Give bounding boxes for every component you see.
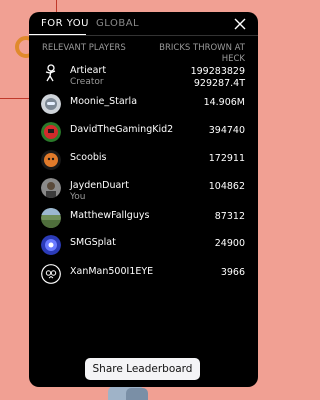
owl-emblem-icon [41, 264, 61, 284]
player-score: 394740 [208, 125, 245, 136]
tab-for-you[interactable]: FOR YOU [41, 18, 89, 29]
red-character-avatar-icon [41, 122, 61, 142]
leaderboard-row[interactable]: Moonie_Starla 14.906M [29, 90, 258, 120]
player-score: 172911 [208, 153, 245, 164]
robot-avatar-icon [41, 94, 61, 114]
players-column-header: RELEVANT PLAYERS [42, 43, 126, 53]
background-character-detail [126, 388, 148, 400]
share-leaderboard-button[interactable]: Share Leaderboard [85, 358, 200, 380]
landscape-avatar-icon [41, 208, 61, 228]
tab-global[interactable]: GLOBAL [96, 18, 139, 29]
close-icon[interactable] [234, 18, 246, 30]
tab-bar: FOR YOU GLOBAL [29, 12, 258, 36]
player-name: DavidTheGamingKid2 [70, 124, 174, 135]
player-score: 87312 [214, 211, 245, 222]
player-score: 14.906M [203, 97, 245, 108]
player-score: 24900 [214, 238, 245, 249]
player-score: 104862 [208, 181, 245, 192]
player-score: 3966 [220, 267, 245, 278]
leaderboard-row[interactable]: MatthewFallguys 87312 [29, 204, 258, 234]
leaderboard-row[interactable]: Artieart Creator 199283829 929287.4T [29, 59, 258, 89]
player-score-extra: 929287.4T [193, 78, 245, 89]
player-subtitle: Creator [70, 77, 104, 87]
player-subtitle: You [70, 192, 86, 202]
leaderboard-panel: FOR YOU GLOBAL RELEVANT PLAYERS BRICKS T… [29, 12, 258, 387]
player-name: JaydenDuart [70, 180, 129, 191]
player-avatar-icon [41, 178, 61, 198]
player-name: SMGSplat [70, 237, 116, 248]
stick-figure-icon [41, 63, 61, 83]
leaderboard-row[interactable]: JaydenDuart You 104862 [29, 174, 258, 204]
leaderboard-row[interactable]: DavidTheGamingKid2 394740 [29, 118, 258, 148]
player-name: Artieart [70, 65, 107, 76]
player-score: 199283829 [190, 66, 245, 77]
player-name: MatthewFallguys [70, 210, 150, 221]
blue-avatar-icon [41, 235, 61, 255]
leaderboard-row[interactable]: SMGSplat 24900 [29, 231, 258, 261]
orange-avatar-icon [41, 150, 61, 170]
tab-divider [29, 35, 258, 36]
player-name: Scoobis [70, 152, 107, 163]
leaderboard-row[interactable]: XanMan500I1EYE 3966 [29, 260, 258, 290]
leaderboard-row[interactable]: Scoobis 172911 [29, 146, 258, 176]
player-name: XanMan500I1EYE [70, 266, 154, 277]
player-name: Moonie_Starla [70, 96, 138, 107]
